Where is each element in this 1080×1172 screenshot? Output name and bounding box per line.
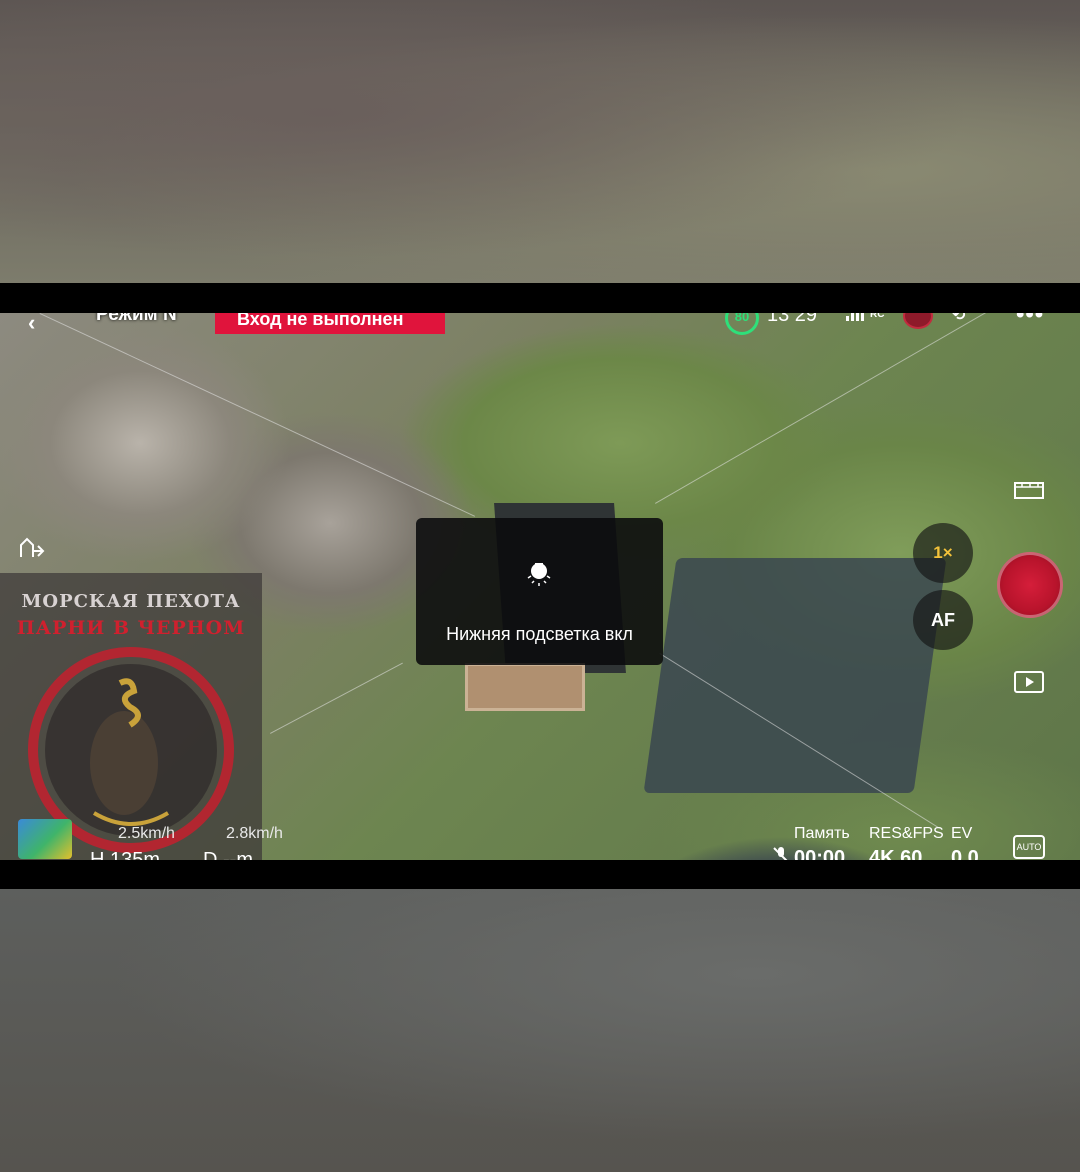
res-fps-label: RES&FPS (869, 825, 944, 842)
ev-value[interactable]: 0.0 (951, 847, 979, 860)
recording-indicator-icon (903, 313, 933, 329)
blurred-background-top (0, 0, 1080, 283)
watermark-line2: ПАРНИ В ЧЕРНОМ (16, 617, 246, 639)
altitude-readout: H 135m (90, 849, 161, 860)
back-chevron-icon[interactable]: ‹ (28, 313, 35, 336)
video-mode-icon[interactable] (1014, 480, 1044, 500)
signal-strength-icon (846, 313, 864, 321)
watermark-line1: МОРСКАЯ ПЕХОТА (21, 591, 241, 612)
flight-mode-label[interactable]: Режим N (96, 313, 177, 326)
ev-label: EV (951, 825, 973, 842)
record-shutter-button[interactable] (997, 552, 1063, 618)
res-fps-value[interactable]: 4K 60 (869, 847, 922, 860)
distance-readout: D --m (203, 849, 253, 860)
letterbox-bottom (0, 860, 1080, 889)
memory-value[interactable]: 00:00 (794, 847, 845, 860)
track-path-icon[interactable] (18, 537, 46, 559)
mic-off-icon (773, 847, 788, 860)
return-home-icon[interactable]: ⟲ (952, 313, 965, 325)
top-status-bar: ‹ Режим N Вход не выполнен 80 13 29 RC ⟲… (0, 313, 1080, 335)
login-status-badge[interactable]: Вход не выполнен (215, 313, 445, 334)
camera-auto-icon[interactable]: AUTO (1013, 835, 1045, 859)
battery-indicator: 80 (725, 313, 759, 335)
playback-icon[interactable] (1014, 671, 1044, 693)
wire-line (39, 313, 476, 517)
autofocus-button[interactable]: AF (913, 590, 973, 650)
flight-time-left: 13 29 (767, 313, 818, 326)
wire-line (655, 313, 1020, 504)
memory-label: Память (794, 825, 850, 842)
drone-camera-view: ‹ Режим N Вход не выполнен 80 13 29 RC ⟲… (0, 313, 1080, 860)
zoom-button[interactable]: 1× (913, 523, 973, 583)
more-menu-icon[interactable]: ••• (1016, 313, 1044, 329)
rc-label: RC (870, 313, 885, 320)
vertical-speed: 2.8km/h (226, 825, 283, 842)
toast-message: Нижняя подсветка вкл (446, 624, 633, 644)
wire-line (270, 662, 403, 734)
horizontal-speed: 2.5km/h (118, 825, 175, 842)
building-shadow (643, 558, 947, 793)
building-wall (465, 663, 585, 711)
letterbox-top (0, 283, 1080, 313)
unit-watermark: МОРСКАЯ ПЕХОТА ПАРНИ В ЧЕРНОМ (0, 573, 262, 860)
notification-toast: Нижняя подсветка вкл (416, 518, 663, 665)
bulb-icon (527, 563, 551, 586)
map-icon[interactable] (18, 819, 72, 859)
blurred-background-bottom (0, 889, 1080, 1172)
